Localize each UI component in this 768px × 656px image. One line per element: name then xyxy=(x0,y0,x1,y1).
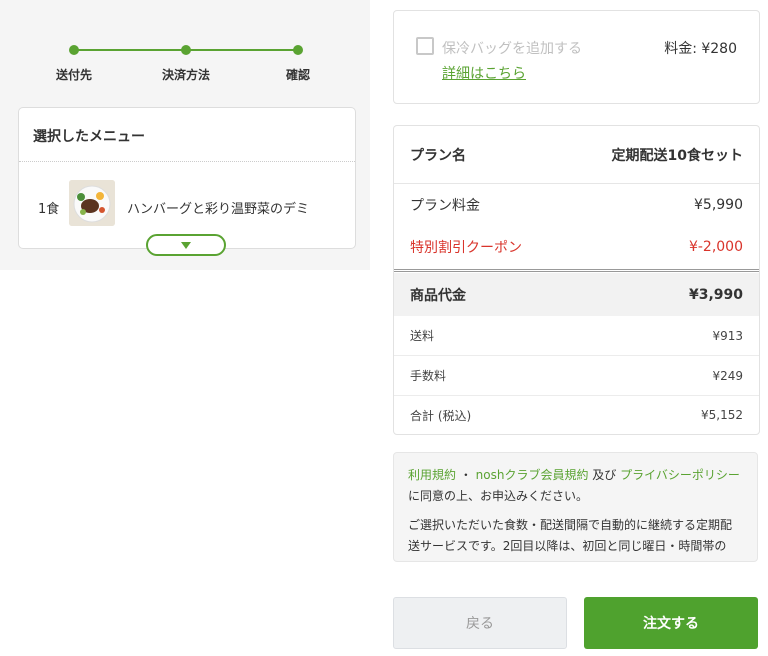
terms-agree-text: に同意の上、お申込みください。 xyxy=(408,489,589,503)
menu-item-name: ハンバーグと彩り温野菜のデミ xyxy=(127,202,310,217)
terms-agreement: 利用規約 ・ noshクラブ会員規約 及び プライバシーポリシー に同意の上、お… xyxy=(408,465,743,507)
summary-row-total: 合計 (税込) ¥5,152 xyxy=(394,396,759,434)
cooler-bag-checkbox[interactable] xyxy=(416,37,434,55)
summary-row-handling: 手数料 ¥249 xyxy=(394,356,759,396)
step-dot-payment xyxy=(181,45,191,55)
step-dot-shipping xyxy=(69,45,79,55)
shipping-label: 送料 xyxy=(410,329,435,343)
step-connector xyxy=(74,49,186,51)
goods-value: ¥3,990 xyxy=(688,286,743,303)
chevron-down-icon xyxy=(181,241,191,249)
handling-label: 手数料 xyxy=(410,369,447,383)
terms-separator: ・ xyxy=(456,468,476,482)
menu-divider xyxy=(19,161,355,162)
privacy-policy-link[interactable]: プライバシーポリシー xyxy=(620,468,740,482)
terms-and: 及び xyxy=(588,468,621,482)
total-value: ¥5,152 xyxy=(701,408,743,422)
order-summary: プラン名 定期配送10食セット プラン料金 ¥5,990 特別割引クーポン ¥-… xyxy=(393,125,760,435)
plan-value: 定期配送10食セット xyxy=(611,147,743,164)
step-connector xyxy=(186,49,298,51)
step-dot-confirm xyxy=(293,45,303,55)
checkout-stepper: 送付先 決済方法 確認 xyxy=(50,40,320,90)
terms-of-use-link[interactable]: 利用規約 xyxy=(408,468,456,482)
step-label-payment: 決済方法 xyxy=(161,68,211,82)
cooler-bag-detail-link[interactable]: 詳細はこちら xyxy=(442,63,526,83)
cooler-bag-label[interactable]: 保冷バッグを追加する xyxy=(442,38,582,58)
place-order-button[interactable]: 注文する xyxy=(584,597,758,649)
summary-row-plan-fee: プラン料金 ¥5,990 xyxy=(394,184,759,226)
plan-label: プラン名 xyxy=(410,147,466,164)
menu-card-title: 選択したメニュー xyxy=(33,129,145,145)
total-label: 合計 (税込) xyxy=(410,408,472,423)
cooler-bag-price: 料金: ¥280 xyxy=(664,41,737,57)
summary-row-shipping: 送料 ¥913 xyxy=(394,316,759,356)
summary-row-goods: 商品代金 ¥3,990 xyxy=(394,273,759,316)
cooler-bag-option: 保冷バッグを追加する 詳細はこちら 料金: ¥280 xyxy=(393,10,760,104)
summary-double-divider xyxy=(394,269,759,272)
step-label-shipping: 送付先 xyxy=(55,68,93,82)
menu-item-count: 1食 xyxy=(38,202,60,217)
handling-value: ¥249 xyxy=(712,368,743,383)
plan-fee-value: ¥5,990 xyxy=(694,197,743,213)
member-terms-link[interactable]: noshクラブ会員規約 xyxy=(476,468,589,482)
subscription-note: ご選択いただいた食数・配送間隔で自動的に継続する定期配送サービスです。2回目以降… xyxy=(408,518,733,553)
terms-notice: 利用規約 ・ noshクラブ会員規約 及び プライバシーポリシー に同意の上、お… xyxy=(393,452,758,562)
expand-menu-button[interactable] xyxy=(146,234,226,256)
plan-fee-label: プラン料金 xyxy=(410,198,480,214)
summary-row-plan: プラン名 定期配送10食セット xyxy=(394,126,759,184)
selected-menu-card: 選択したメニュー 1食 ハンバーグと彩り温野菜のデミ xyxy=(18,107,356,256)
coupon-label: 特別割引クーポン xyxy=(410,240,522,256)
goods-label: 商品代金 xyxy=(410,287,466,304)
shipping-value: ¥913 xyxy=(712,328,743,343)
step-label-confirm: 確認 xyxy=(285,68,311,82)
meal-thumbnail xyxy=(69,180,115,226)
summary-row-coupon: 特別割引クーポン ¥-2,000 xyxy=(394,226,759,268)
back-button[interactable]: 戻る xyxy=(393,597,567,649)
coupon-value: ¥-2,000 xyxy=(688,239,743,255)
